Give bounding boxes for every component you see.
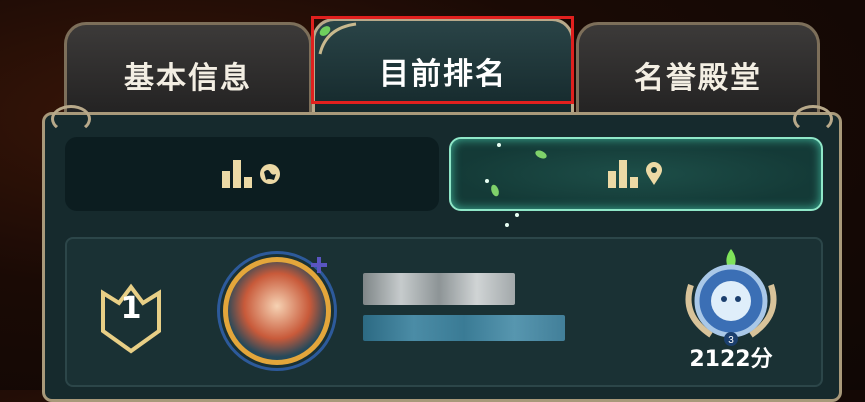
tier-emblem-icon: 3 bbox=[685, 249, 777, 346]
rank-number: 1 bbox=[120, 291, 142, 326]
player-name-blurred bbox=[363, 273, 515, 305]
sparkle-icon bbox=[497, 143, 501, 147]
corner-ornament-left bbox=[51, 105, 91, 133]
leaderboard-icon bbox=[608, 160, 638, 188]
corner-ornament-right bbox=[793, 105, 833, 133]
tab-current-ranking-label: 目前排名 bbox=[379, 57, 507, 92]
tab-hall-of-fame-label: 名誉殿堂 bbox=[634, 61, 762, 96]
music-note-icon bbox=[311, 257, 327, 273]
tab-basic-info-label: 基本信息 bbox=[124, 61, 252, 96]
sparkle-icon bbox=[485, 179, 489, 183]
location-pin-icon bbox=[646, 162, 662, 185]
tab-hall-of-fame[interactable]: 名誉殿堂 bbox=[576, 22, 820, 112]
vine-decoration-icon bbox=[318, 22, 357, 55]
ranking-panel: 1 3 2122分 bbox=[42, 105, 842, 402]
player-rank-card[interactable]: 1 3 2122分 bbox=[65, 237, 823, 387]
tab-basic-info[interactable]: 基本信息 bbox=[64, 22, 312, 112]
player-subtitle-blurred bbox=[363, 315, 565, 341]
player-score: 2122分 bbox=[689, 347, 773, 372]
global-ranking-toggle[interactable] bbox=[65, 137, 439, 211]
sparkle-icon bbox=[515, 213, 519, 217]
sparkle-icon bbox=[505, 223, 509, 227]
leaderboard-icon bbox=[222, 160, 252, 188]
global-ranking-icon bbox=[260, 164, 280, 184]
local-ranking-toggle[interactable] bbox=[449, 137, 823, 211]
